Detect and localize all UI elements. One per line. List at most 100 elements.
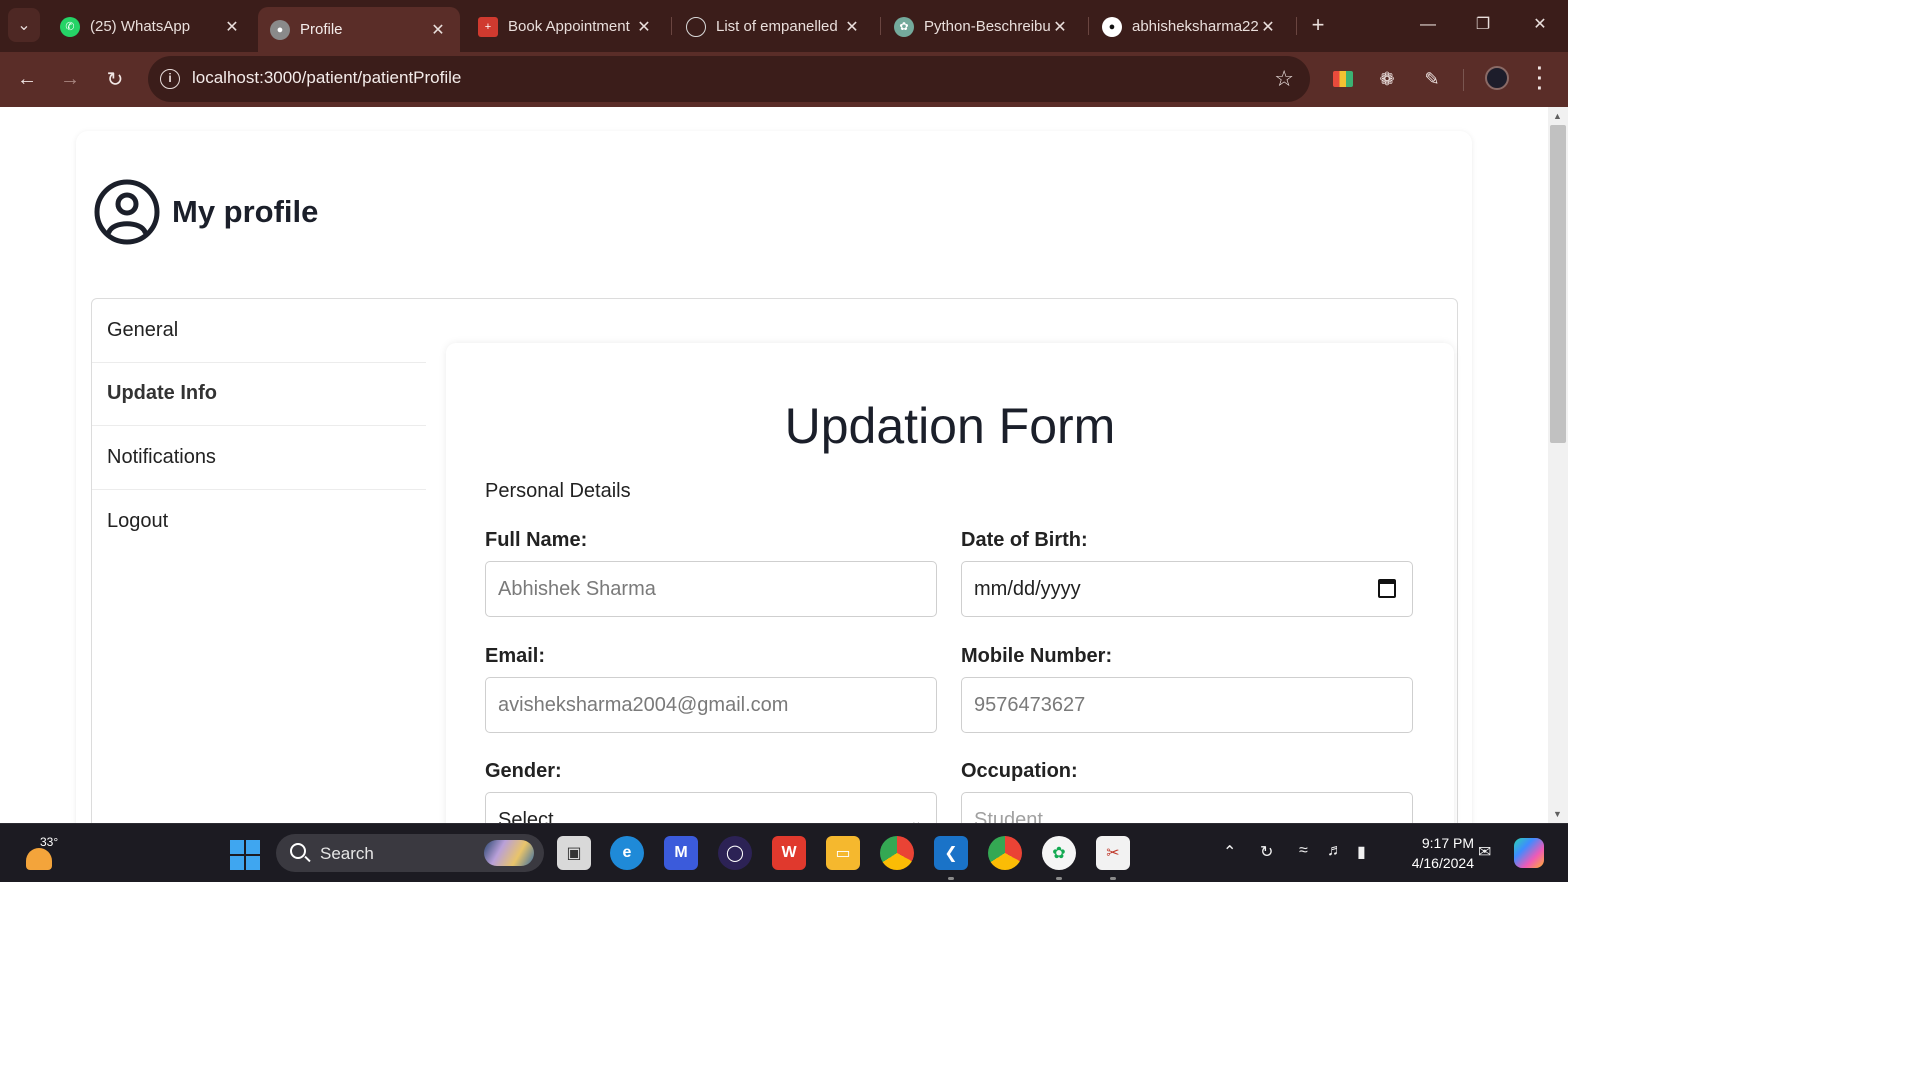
globe-icon: ● — [270, 19, 290, 40]
close-window-button[interactable]: ✕ — [1520, 10, 1560, 40]
github-icon: ● — [1102, 16, 1122, 37]
tab-whatsapp[interactable]: ✆ (25) WhatsApp ✕ — [48, 7, 254, 46]
profile-page-card: My profile General Update Info Notificat… — [76, 131, 1472, 823]
email-label: Email: — [485, 645, 546, 667]
pharmacy-icon: + — [478, 16, 498, 37]
sync-icon[interactable]: ↻ — [1260, 842, 1273, 862]
cookie-extension-icon[interactable]: ❁ — [1374, 66, 1400, 92]
occupation-field: Occupation: Student — [961, 760, 1413, 823]
browser-toolbar: ← → ↻ i localhost:3000/patient/patientPr… — [0, 52, 1568, 107]
back-button[interactable]: ← — [11, 63, 43, 95]
clock-date: 4/16/2024 — [1411, 855, 1474, 871]
notification-bell-icon[interactable]: ✉ — [1478, 842, 1491, 862]
email-input[interactable]: avisheksharma2004@gmail.com — [485, 677, 937, 733]
task-view-icon[interactable]: ▣ — [557, 836, 591, 870]
profile-sidenav: General Update Info Notifications Logout — [92, 299, 426, 553]
chevron-up-icon[interactable]: ⌃ — [1223, 842, 1236, 862]
color-extension-icon[interactable] — [1330, 66, 1356, 92]
profile-avatar[interactable] — [1485, 66, 1509, 90]
tab-python[interactable]: ✿ Python-Beschreibu ✕ — [882, 7, 1082, 46]
file-explorer-icon[interactable]: ▭ — [826, 836, 860, 870]
dob-value: mm/dd/yyyy — [974, 577, 1081, 600]
tab-github[interactable]: ● abhisheksharma22 ✕ — [1090, 7, 1290, 46]
eclipse-icon[interactable]: ◯ — [718, 836, 752, 870]
gender-field: Gender: Select ⌄ — [485, 760, 937, 823]
site-info-icon[interactable]: i — [160, 69, 180, 89]
scroll-down-arrow-icon[interactable]: ▼ — [1553, 809, 1562, 819]
taskbar-clock[interactable]: 9:17 PM 4/16/2024 — [1394, 833, 1474, 873]
close-icon[interactable]: ✕ — [842, 17, 862, 37]
gender-selected-value: Select — [498, 808, 554, 824]
vscode-icon[interactable]: ❮ — [934, 836, 968, 880]
mongodb-compass-icon[interactable]: ✿ — [1042, 836, 1076, 880]
full-name-field: Full Name: Abhishek Sharma — [485, 529, 937, 617]
form-title: Updation Form — [784, 398, 1116, 454]
new-tab-button[interactable]: + — [1304, 12, 1332, 40]
sidenav-item-notifications[interactable]: Notifications — [92, 426, 426, 490]
edge-icon[interactable]: e — [610, 836, 644, 870]
gender-select[interactable]: Select ⌄ — [485, 792, 937, 823]
tab-title: Python-Beschreibu — [924, 18, 1050, 35]
weather-sun-icon — [26, 848, 52, 870]
occupation-input[interactable]: Student — [961, 792, 1413, 823]
tab-title: (25) WhatsApp — [90, 18, 191, 35]
full-name-label: Full Name: — [485, 529, 588, 551]
sidenav-item-update-info[interactable]: Update Info — [92, 363, 426, 426]
tab-profile[interactable]: ● Profile ✕ — [258, 7, 460, 52]
tab-separator — [1296, 17, 1297, 35]
scroll-up-arrow-icon[interactable]: ▲ — [1553, 111, 1562, 121]
bookmark-star-icon[interactable]: ☆ — [1274, 66, 1294, 92]
tab-empanelled-list[interactable]: List of empanelled ✕ — [674, 7, 874, 46]
wps-office-icon[interactable]: W — [772, 836, 806, 870]
weather-widget[interactable]: 33° — [22, 834, 62, 874]
page-scrollbar[interactable]: ▲ ▼ — [1548, 107, 1568, 823]
scrollbar-thumb[interactable] — [1550, 125, 1566, 443]
taskbar-search[interactable]: Search — [276, 834, 544, 872]
sidenav-item-general[interactable]: General — [92, 299, 426, 363]
chrome-icon[interactable] — [880, 836, 914, 870]
mobile-label: Mobile Number: — [961, 645, 1113, 667]
restore-button[interactable]: ❐ — [1463, 10, 1503, 40]
tab-book-appointment[interactable]: + Book Appointment ✕ — [466, 7, 666, 46]
chevron-down-icon: ⌄ — [910, 813, 922, 823]
menu-dots-icon[interactable]: · · · — [1530, 59, 1550, 99]
forward-button[interactable]: → — [54, 63, 86, 95]
emblem-icon — [686, 16, 706, 37]
copilot-icon[interactable] — [1514, 838, 1544, 868]
dob-input[interactable]: mm/dd/yyyy — [961, 561, 1413, 617]
full-name-input[interactable]: Abhishek Sharma — [485, 561, 937, 617]
close-icon[interactable]: ✕ — [1258, 17, 1278, 37]
close-icon[interactable]: ✕ — [428, 20, 448, 40]
mathpix-icon[interactable]: M — [664, 836, 698, 870]
gender-label: Gender: — [485, 760, 562, 782]
clock-time: 9:17 PM — [1421, 835, 1474, 851]
tab-search-button[interactable]: ⌄ — [8, 8, 40, 42]
close-icon[interactable]: ✕ — [634, 17, 654, 37]
page-title: My profile — [172, 194, 319, 229]
weather-temperature: 33° — [40, 835, 59, 849]
minimize-button[interactable]: — — [1408, 10, 1448, 40]
tab-separator — [671, 17, 672, 35]
start-button[interactable] — [230, 840, 260, 870]
search-highlight-art — [484, 840, 534, 866]
battery-icon[interactable]: ▮ — [1357, 842, 1366, 862]
calendar-icon[interactable] — [1378, 579, 1396, 598]
url-text[interactable]: localhost:3000/patient/patientProfile — [192, 68, 461, 88]
chrome-profile-icon[interactable] — [988, 836, 1022, 870]
wifi-icon[interactable]: ≈ — [1299, 842, 1308, 860]
tab-separator — [1088, 17, 1089, 35]
close-icon[interactable]: ✕ — [1050, 17, 1070, 37]
sidenav-item-logout[interactable]: Logout — [92, 490, 426, 554]
extensions-puzzle-icon[interactable]: ✎ — [1419, 66, 1445, 92]
tab-strip: ⌄ ✆ (25) WhatsApp ✕ ● Profile ✕ + Book A… — [0, 0, 1568, 52]
close-icon[interactable]: ✕ — [222, 17, 242, 37]
mobile-field: Mobile Number: 9576473627 — [961, 645, 1413, 733]
address-bar[interactable]: i localhost:3000/patient/patientProfile … — [148, 56, 1310, 102]
reload-button[interactable]: ↻ — [99, 63, 131, 95]
snipping-tool-icon[interactable]: ✂ — [1096, 836, 1130, 880]
mobile-input[interactable]: 9576473627 — [961, 677, 1413, 733]
email-field: Email: avisheksharma2004@gmail.com — [485, 645, 937, 733]
search-icon — [290, 843, 306, 859]
tab-title: abhisheksharma22 — [1132, 18, 1258, 35]
volume-icon[interactable]: ♬ — [1327, 842, 1343, 860]
